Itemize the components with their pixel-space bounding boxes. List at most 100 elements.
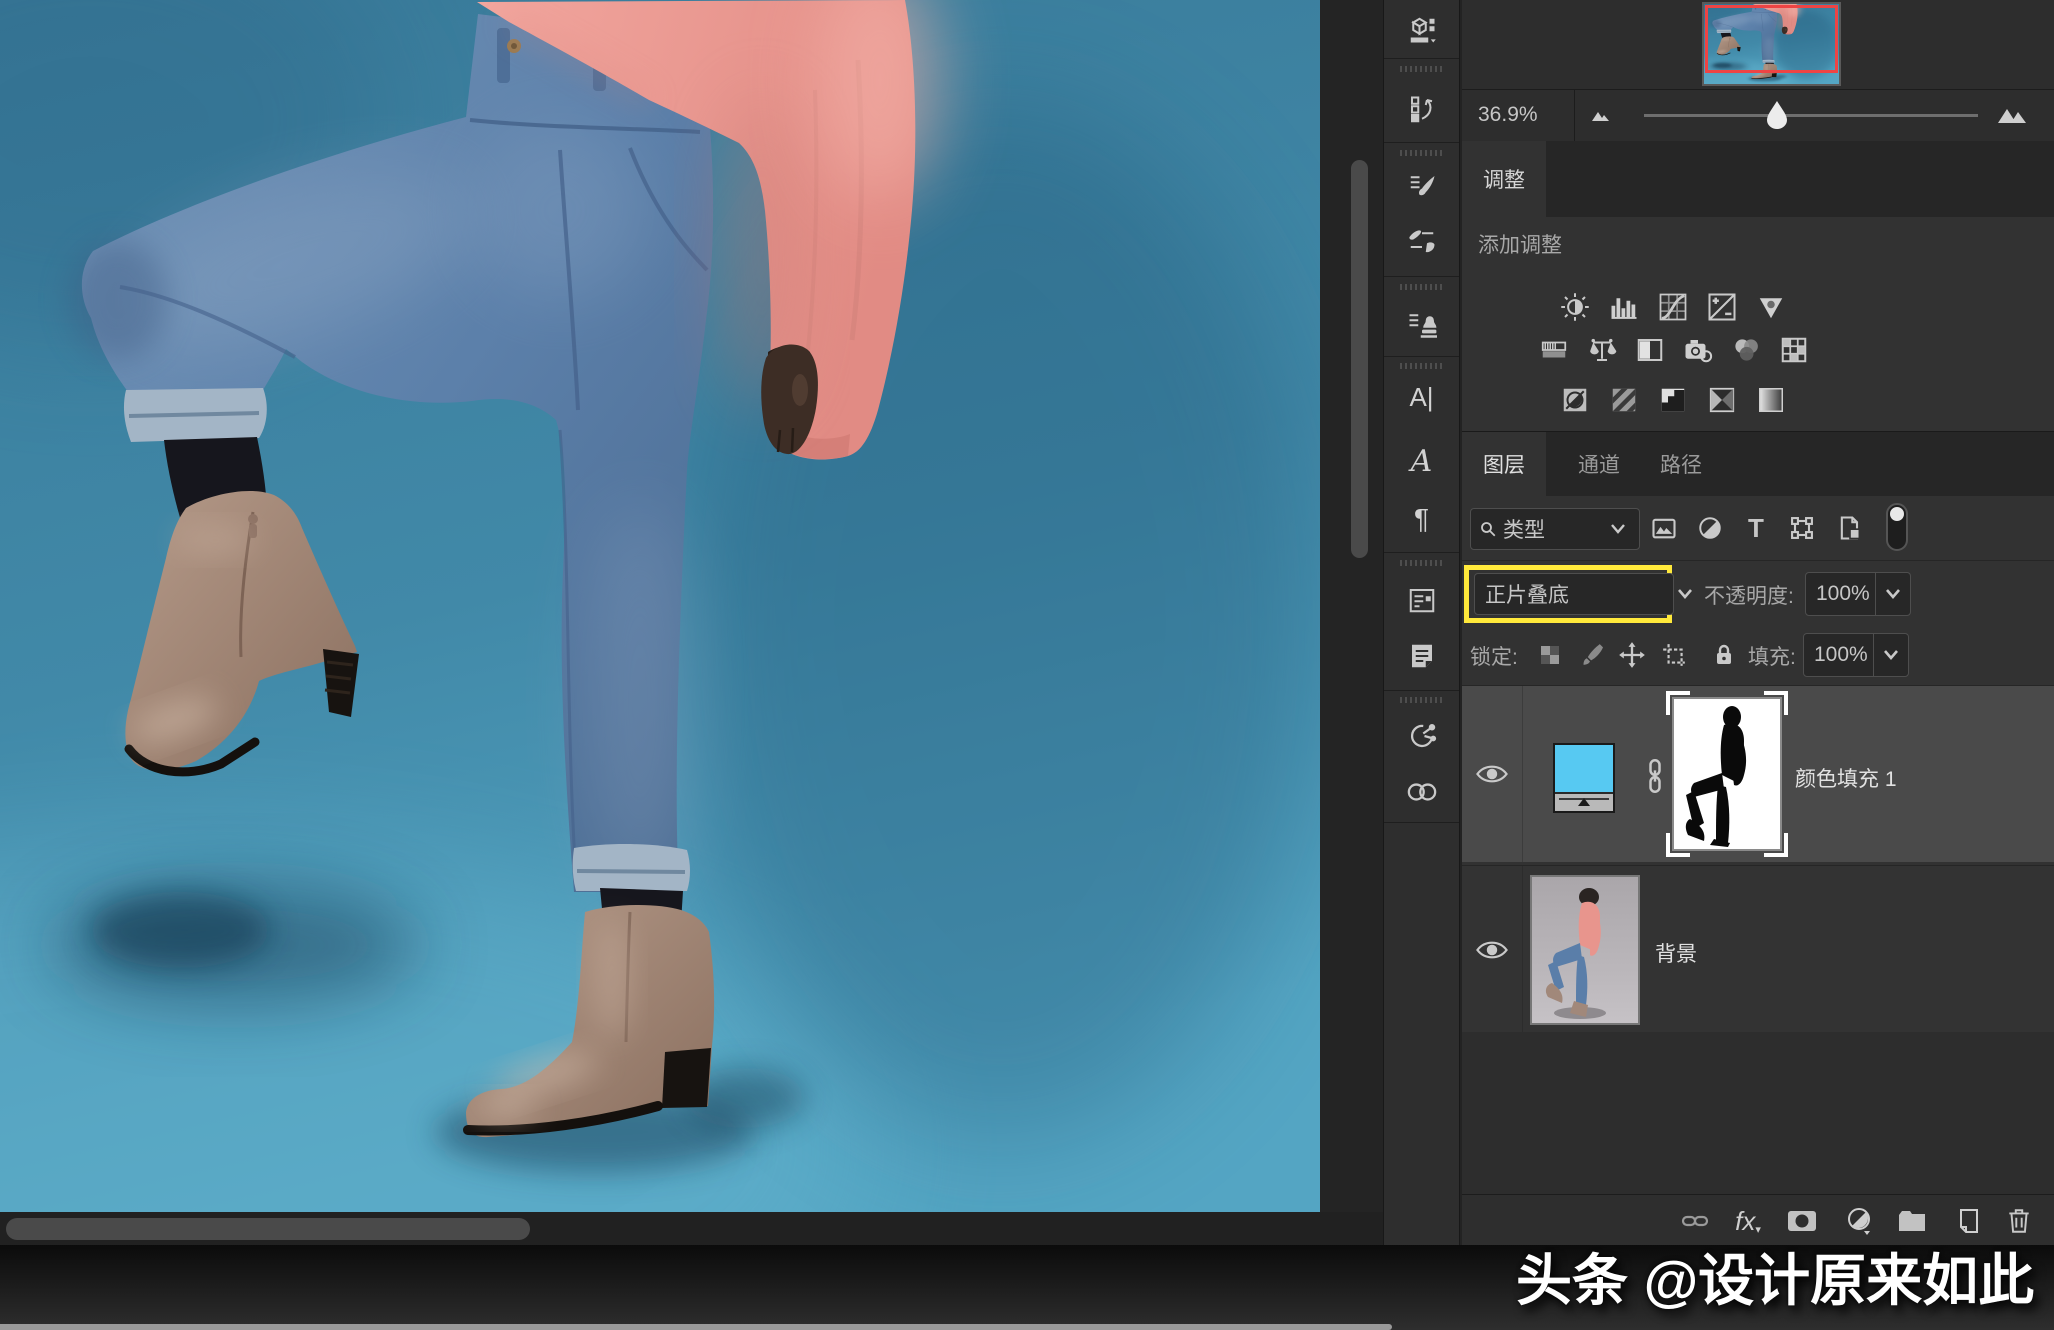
mask-link-icon[interactable]	[1642, 756, 1668, 796]
color-lookup-icon[interactable]	[1776, 333, 1812, 367]
black-white-icon[interactable]	[1632, 333, 1668, 367]
search-icon	[1479, 520, 1497, 538]
fill-field[interactable]: 100%	[1803, 633, 1909, 677]
opacity-chevron-icon[interactable]	[1875, 573, 1910, 615]
filter-pixel-layers-icon[interactable]	[1648, 512, 1680, 544]
navigator-proxy-view[interactable]	[1705, 5, 1838, 73]
link-layers-icon[interactable]	[1678, 1206, 1712, 1236]
add-layer-mask-icon[interactable]	[1784, 1206, 1820, 1236]
zoom-value[interactable]: 36.9%	[1478, 103, 1538, 127]
canvas-vertical-scrollbar[interactable]	[1351, 160, 1368, 558]
blend-mode-value: 正片叠底	[1485, 579, 1569, 609]
add-adjustment-label: 添加调整	[1478, 229, 1562, 259]
layer-name: 颜色填充 1	[1795, 763, 1897, 793]
fill-layer-thumbnail[interactable]	[1553, 743, 1615, 813]
layers-panel: 图层 通道 路径 类型	[1462, 431, 2054, 1245]
watermark-handle: @设计原来如此	[1644, 1249, 2035, 1312]
navigator-thumbnail[interactable]	[1702, 2, 1841, 86]
lock-artboard-icon[interactable]	[1658, 639, 1690, 671]
layer-filter-row: 类型 T	[1462, 495, 2054, 560]
zoom-out-icon[interactable]	[1590, 106, 1616, 124]
new-adjustment-layer-icon[interactable]	[1842, 1205, 1876, 1237]
color-balance-icon[interactable]	[1584, 333, 1620, 367]
navigator-panel	[1462, 0, 2054, 89]
gradient-map-icon[interactable]	[1704, 383, 1740, 417]
panel-group-grip	[1400, 150, 1444, 156]
new-group-icon[interactable]	[1894, 1206, 1930, 1236]
hue-saturation-icon[interactable]	[1536, 333, 1572, 367]
history-icon[interactable]	[1384, 84, 1459, 136]
curves-icon[interactable]	[1655, 289, 1691, 325]
exposure-icon[interactable]	[1704, 289, 1740, 325]
brush-settings-icon[interactable]	[1384, 162, 1459, 210]
panel-icon-strip: A| A ¶	[1383, 0, 1460, 1245]
fill-value: 100%	[1804, 643, 1868, 667]
lock-transparent-icon[interactable]	[1534, 639, 1566, 671]
posterize-icon[interactable]	[1606, 383, 1642, 417]
filter-toggle[interactable]	[1886, 503, 1908, 551]
share-panel-icon[interactable]	[1384, 710, 1459, 762]
canvas-horizontal-scrollbar[interactable]	[6, 1218, 530, 1240]
lock-pixels-icon[interactable]	[1574, 639, 1606, 671]
paragraph-panel-icon[interactable]: ¶	[1384, 496, 1459, 542]
layer-filter-search[interactable]: 类型	[1470, 508, 1640, 550]
lock-all-icon[interactable]	[1708, 639, 1740, 671]
layer-style-fx-icon[interactable]: fx▾	[1730, 1204, 1766, 1238]
background-layer-thumbnail[interactable]	[1530, 875, 1640, 1025]
blend-mode-chevron-icon[interactable]	[1672, 586, 1698, 602]
chevron-down-icon	[1605, 521, 1631, 537]
delete-layer-icon[interactable]	[2002, 1204, 2036, 1238]
notes-panel-icon[interactable]	[1384, 632, 1459, 680]
panel-group-grip	[1400, 284, 1444, 290]
brightness-contrast-icon[interactable]	[1557, 289, 1593, 325]
fill-label: 填充:	[1748, 641, 1796, 671]
selective-color-icon[interactable]	[1753, 383, 1789, 417]
panel-group-grip	[1400, 363, 1444, 369]
tab-paths[interactable]: 路径	[1640, 432, 1722, 496]
character-panel-icon[interactable]: A|	[1384, 374, 1459, 420]
watermark: 头条 @设计原来如此	[1516, 1236, 2034, 1317]
tab-channels[interactable]: 通道	[1558, 432, 1640, 496]
layer-mask-thumbnail[interactable]	[1666, 691, 1788, 857]
photo-filter-icon[interactable]	[1680, 333, 1716, 367]
tab-layers-label: 图层	[1483, 449, 1525, 479]
filter-smart-objects-icon[interactable]	[1834, 512, 1866, 544]
canvas-photo[interactable]	[0, 0, 1320, 1212]
zoom-in-icon[interactable]	[1996, 102, 2032, 126]
new-layer-icon[interactable]	[1950, 1204, 1984, 1238]
fill-chevron-icon[interactable]	[1873, 634, 1908, 676]
tab-adjustments-label: 调整	[1483, 164, 1525, 194]
zoom-slider-track[interactable]	[1644, 114, 1978, 117]
3d-icon[interactable]	[1384, 6, 1459, 54]
vibrance-icon[interactable]	[1753, 289, 1789, 325]
layers-empty-area	[1462, 1032, 2054, 1194]
clone-source-icon[interactable]	[1384, 298, 1459, 350]
tab-layers[interactable]: 图层	[1462, 432, 1546, 496]
opacity-label: 不透明度:	[1704, 580, 1794, 610]
brushes-icon[interactable]	[1384, 218, 1459, 266]
layer-filter-value: 类型	[1503, 514, 1545, 544]
blend-mode-dropdown[interactable]: 正片叠底	[1474, 573, 1674, 615]
filter-type-layers-icon[interactable]: T	[1740, 512, 1772, 544]
zoom-slider-thumb[interactable]	[1765, 100, 1789, 130]
levels-icon[interactable]	[1606, 289, 1642, 325]
lock-position-icon[interactable]	[1616, 639, 1648, 671]
filter-adjustment-layers-icon[interactable]	[1694, 512, 1726, 544]
watermark-brand: 头条	[1516, 1249, 1628, 1312]
invert-icon[interactable]	[1557, 383, 1593, 417]
photoshop-window: A| A ¶	[0, 0, 2054, 1330]
glyphs-panel-icon[interactable]: A	[1384, 438, 1459, 484]
layer-row-background[interactable]: 背景	[1462, 865, 2054, 1033]
layer-row-color-fill[interactable]: 颜色填充 1	[1462, 685, 2054, 862]
opacity-field[interactable]: 100%	[1805, 572, 1911, 616]
visibility-eye-icon[interactable]	[1470, 934, 1514, 966]
creative-cloud-icon[interactable]	[1384, 768, 1459, 816]
channel-mixer-icon[interactable]	[1728, 333, 1764, 367]
filter-shape-layers-icon[interactable]	[1786, 512, 1818, 544]
visibility-eye-icon[interactable]	[1470, 758, 1514, 790]
opacity-value: 100%	[1806, 582, 1870, 606]
blend-mode-row: 正片叠底 不透明度: 100%	[1462, 560, 2054, 625]
tab-adjustments[interactable]: 调整	[1462, 141, 1546, 217]
threshold-icon[interactable]	[1655, 383, 1691, 417]
properties-panel-icon[interactable]	[1384, 576, 1459, 624]
